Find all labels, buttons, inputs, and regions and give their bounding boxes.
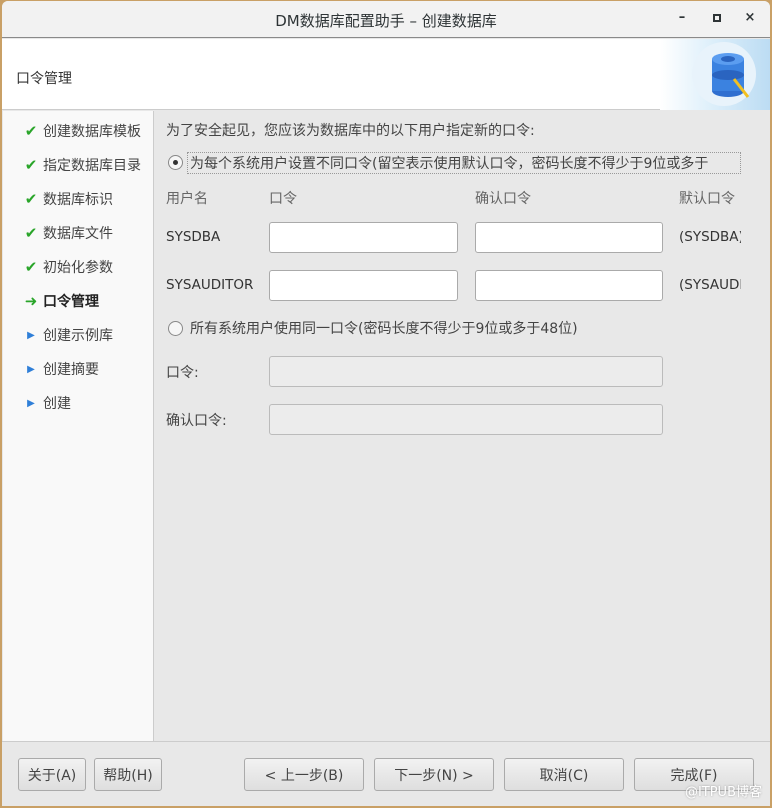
arrow-right-icon: ➜ [24, 292, 38, 310]
checkmark-icon: ✔ [24, 258, 38, 276]
column-header-confirm: 确认口令 [475, 191, 531, 207]
checkmark-icon: ✔ [24, 122, 38, 140]
checkmark-icon: ✔ [24, 190, 38, 208]
radio-different-passwords[interactable] [168, 155, 183, 170]
triangle-right-icon: ▶ [27, 397, 35, 409]
close-button[interactable]: × [740, 10, 760, 30]
minimize-button[interactable]: – [672, 10, 692, 30]
page-header: 口令管理 [2, 39, 770, 110]
page-title: 口令管理 [16, 71, 72, 87]
user-sysauditor-label: SYSAUDITOR [166, 277, 254, 293]
sidebar-step-5: ✔ 初始化参数 [19, 257, 113, 277]
sysdba-default-password: (SYSDBA) [679, 229, 741, 245]
sidebar-step-3: ✔ 数据库标识 [19, 189, 113, 209]
title-bar: DM数据库配置助手 – 创建数据库 – × [2, 1, 770, 38]
wizard-steps-sidebar: ✔ 创建数据库模板 ✔ 指定数据库目录 ✔ 数据库标识 ✔ 数据库文件 ✔ 初始化参数 ➜ 口令管理 ▶… [3, 111, 154, 742]
next-button[interactable]: 下一步(N) > [374, 758, 494, 791]
sidebar-step-label: 口令管理 [43, 294, 99, 310]
password-management-panel: 为了安全起见，您应该为数据库中的以下用户指定新的口令: 为每个系统用户设置不同口… [155, 111, 770, 742]
sidebar-step-8: ▶ 创建摘要 [19, 359, 99, 379]
sidebar-step-label: 数据库标识 [43, 192, 113, 208]
sysauditor-password-input[interactable] [269, 270, 458, 301]
sidebar-step-label: 指定数据库目录 [43, 158, 141, 174]
option-same-password-label[interactable]: 所有系统用户使用同一口令(密码长度不得少于9位或多于48位) [190, 318, 578, 338]
checkmark-icon: ✔ [24, 156, 38, 174]
intro-text: 为了安全起见，您应该为数据库中的以下用户指定新的口令: [166, 123, 535, 139]
sysauditor-default-password: (SYSAUDI [679, 277, 741, 293]
sidebar-step-label: 创建示例库 [43, 328, 113, 344]
sidebar-step-6: ➜ 口令管理 [19, 291, 99, 311]
radio-same-password[interactable] [168, 321, 183, 336]
user-sysdba-label: SYSDBA [166, 229, 221, 245]
watermark: @ITPUB博客 [684, 785, 762, 800]
triangle-right-icon: ▶ [27, 329, 35, 341]
sidebar-step-label: 创建 [43, 396, 71, 412]
column-header-default: 默认口令 [679, 191, 735, 207]
sidebar-step-9: ▶ 创建 [19, 393, 71, 413]
column-header-password: 口令 [269, 191, 297, 207]
column-header-user: 用户名 [166, 191, 208, 207]
database-logo-icon [660, 39, 770, 110]
about-button[interactable]: 关于(A) [18, 758, 86, 791]
maximize-button[interactable] [707, 10, 727, 30]
same-password-input[interactable] [269, 356, 663, 387]
sidebar-step-label: 初始化参数 [43, 260, 113, 276]
previous-button[interactable]: < 上一步(B) [244, 758, 364, 791]
sysauditor-confirm-input[interactable] [475, 270, 663, 301]
sidebar-step-4: ✔ 数据库文件 [19, 223, 113, 243]
window-title: DM数据库配置助手 – 创建数据库 [275, 12, 497, 30]
sidebar-step-1: ✔ 创建数据库模板 [19, 121, 141, 141]
sidebar-step-label: 数据库文件 [43, 226, 113, 242]
checkmark-icon: ✔ [24, 224, 38, 242]
sidebar-step-7: ▶ 创建示例库 [19, 325, 113, 345]
triangle-right-icon: ▶ [27, 363, 35, 375]
dialog-window: DM数据库配置助手 – 创建数据库 – × 口令管理 ✔ 创建数据库模板 ✔ 指定数据… [2, 1, 770, 806]
same-confirm-input[interactable] [269, 404, 663, 435]
sysdba-password-input[interactable] [269, 222, 458, 253]
button-bar: 关于(A) 帮助(H) < 上一步(B) 下一步(N) > 取消(C) 完成(F… [2, 741, 770, 806]
same-confirm-label: 确认口令: [166, 413, 227, 429]
option-different-passwords-label[interactable]: 为每个系统用户设置不同口令(留空表示使用默认口令，密码长度不得少于9位或多于 [187, 152, 741, 174]
help-button[interactable]: 帮助(H) [94, 758, 162, 791]
sidebar-step-label: 创建摘要 [43, 362, 99, 378]
sysdba-confirm-input[interactable] [475, 222, 663, 253]
cancel-button[interactable]: 取消(C) [504, 758, 624, 791]
sidebar-step-2: ✔ 指定数据库目录 [19, 155, 141, 175]
sidebar-step-label: 创建数据库模板 [43, 124, 141, 140]
same-password-label: 口令: [166, 365, 199, 381]
